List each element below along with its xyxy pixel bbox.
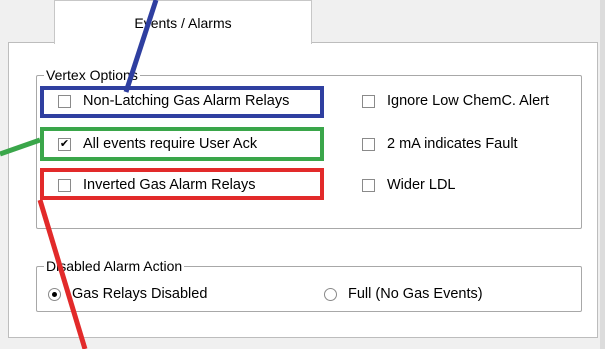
pointer-line-green [0,137,41,157]
pointer-lines [0,0,159,349]
pointer-line-red [37,199,88,349]
pointer-line-blue [123,0,159,93]
